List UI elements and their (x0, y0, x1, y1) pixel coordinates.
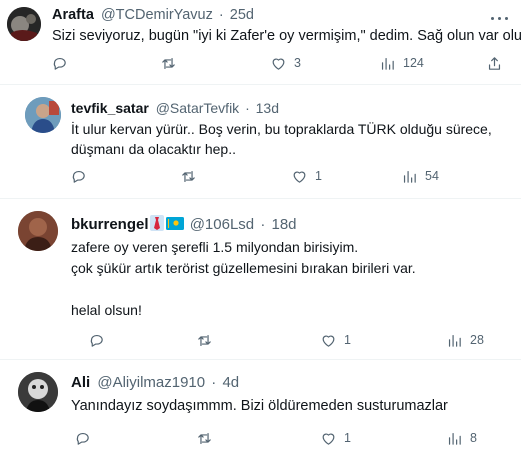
separator: · (245, 100, 250, 116)
heart-icon (322, 335, 335, 347)
tweet-text-line: çok şükür artık terörist güzellemesini b… (71, 260, 416, 276)
tweet-3[interactable]: bkurrengel @106Lsd · 18d zafere oy veren… (0, 199, 521, 356)
display-name[interactable]: Ali (71, 374, 90, 391)
avatar[interactable] (7, 7, 41, 41)
handle[interactable]: @SatarTevfik (156, 100, 239, 116)
timestamp[interactable]: 13d (256, 100, 279, 116)
more-icon[interactable] (489, 9, 511, 27)
display-name[interactable]: tevfik_satar (71, 100, 149, 116)
like-button[interactable]: 1 (291, 166, 322, 186)
views-button[interactable]: 124 (379, 53, 424, 73)
retweet-icon (162, 57, 175, 69)
heart-icon (272, 58, 285, 70)
timestamp[interactable]: 4d (222, 374, 239, 391)
tweet-text-line: helal olsun! (71, 302, 142, 318)
tweet-header: bkurrengel @106Lsd · 18d (71, 215, 297, 234)
tweet-text-line: Sizi seviyoruz, bugün "iyi ki Zafer'e oy… (52, 28, 521, 44)
avatar[interactable] (18, 372, 58, 412)
views-icon (448, 432, 461, 445)
reply-icon (53, 57, 66, 70)
views-button[interactable]: 54 (401, 166, 439, 186)
tweet-4[interactable]: Ali @Aliyilmaz1910 · 4d Yanındayız soyda… (0, 360, 521, 451)
tweet-text-line: zafere oy veren şerefli 1.5 milyondan bi… (71, 239, 359, 255)
retweet-button[interactable] (160, 53, 177, 73)
views-icon (381, 57, 394, 70)
like-count: 1 (315, 169, 322, 183)
tweet-actions: 1 54 (0, 166, 521, 186)
separator: · (218, 7, 224, 23)
retweet-button[interactable] (180, 166, 197, 186)
views-button[interactable]: 28 (446, 330, 484, 350)
tweet-1[interactable]: Arafta @TCDemirYavuz · 25d Sizi seviyoru… (0, 0, 521, 82)
tweet-text-line: düşmanı da olacaktır hep.. (71, 141, 236, 157)
views-icon (403, 170, 416, 183)
like-button[interactable]: 3 (270, 53, 301, 73)
kazakhstan-flag-icon (165, 217, 184, 230)
views-count: 124 (403, 56, 424, 70)
reply-button[interactable] (74, 428, 91, 448)
separator: · (211, 374, 217, 391)
tweet-header: Arafta @TCDemirYavuz · 25d (52, 6, 254, 24)
display-name[interactable]: bkurrengel (71, 216, 149, 233)
tweet-actions: 3 124 (0, 53, 521, 73)
avatar-image (18, 372, 58, 412)
retweet-icon (182, 170, 195, 182)
tweet-2[interactable]: tevfik_satar @SatarTevfik · 13d İt ulur … (0, 85, 521, 195)
reply-button[interactable] (51, 53, 68, 73)
like-count: 1 (344, 333, 351, 347)
tweet-text-line: Yanındayız soydaşımmm. Bizi öldüremeden … (71, 398, 448, 414)
handle[interactable]: @106Lsd (190, 216, 254, 233)
avatar[interactable] (25, 97, 61, 133)
retweet-icon (198, 432, 211, 444)
heart-icon (322, 433, 335, 445)
avatar-image (18, 211, 58, 251)
tweet-text: Sizi seviyoruz, bugün "iyi ki Zafer'e oy… (52, 26, 521, 46)
necktie-emoji-icon (149, 215, 164, 231)
views-icon (448, 334, 461, 347)
like-button[interactable]: 1 (320, 428, 351, 448)
like-count: 3 (294, 56, 301, 70)
tweet-text: İt ulur kervan yürür.. Boş verin, bu top… (71, 119, 492, 159)
tweet-text: zafere oy veren şerefli 1.5 milyondan bi… (71, 237, 416, 321)
retweet-button[interactable] (196, 428, 213, 448)
tweet-header: tevfik_satar @SatarTevfik · 13d (71, 99, 279, 117)
like-count: 1 (344, 431, 351, 445)
display-name[interactable]: Arafta (52, 7, 94, 23)
share-button[interactable] (486, 53, 503, 73)
handle[interactable]: @Aliyilmaz1910 (97, 374, 205, 391)
views-count: 28 (470, 333, 484, 347)
avatar-image (7, 7, 41, 41)
reply-icon (76, 432, 89, 445)
share-icon (488, 56, 501, 70)
tweet-text-line: İt ulur kervan yürür.. Boş verin, bu top… (71, 121, 492, 137)
separator: · (260, 216, 266, 233)
heart-icon (293, 171, 306, 183)
tweet-actions: 1 8 (0, 428, 521, 448)
tweet-header: Ali @Aliyilmaz1910 · 4d (71, 374, 239, 392)
timestamp[interactable]: 25d (230, 7, 254, 23)
timestamp[interactable]: 18d (272, 216, 297, 233)
retweet-icon (198, 334, 211, 346)
avatar[interactable] (18, 211, 58, 251)
handle[interactable]: @TCDemirYavuz (101, 7, 213, 23)
reply-button[interactable] (88, 330, 105, 350)
avatar-image (25, 97, 61, 133)
tweet-text: Yanındayız soydaşımmm. Bizi öldüremeden … (71, 396, 448, 416)
tweet-text-line (71, 279, 416, 300)
like-button[interactable]: 1 (320, 330, 351, 350)
reply-button[interactable] (70, 166, 87, 186)
retweet-button[interactable] (196, 330, 213, 350)
views-count: 8 (470, 431, 477, 445)
views-count: 54 (425, 169, 439, 183)
views-button[interactable]: 8 (446, 428, 477, 448)
reply-icon (72, 170, 85, 183)
reply-icon (90, 334, 103, 347)
tweet-actions: 1 28 (0, 330, 521, 350)
